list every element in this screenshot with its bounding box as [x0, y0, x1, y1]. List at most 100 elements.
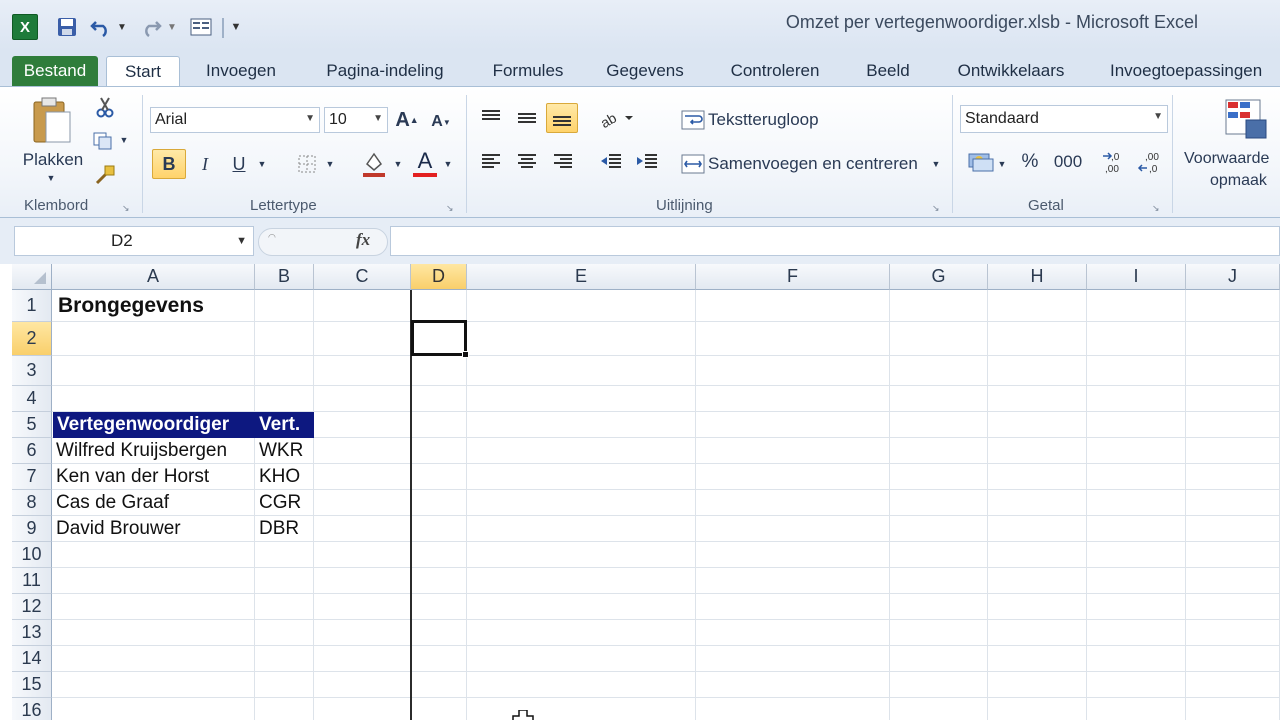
increase-decimal-icon[interactable]: ,0,00	[1100, 147, 1132, 177]
row-header-15[interactable]: 15	[12, 672, 52, 698]
excel-app-icon[interactable]: X	[12, 14, 38, 40]
column-header-c[interactable]: C	[314, 264, 411, 290]
customize-qat-icon[interactable]: ▼	[228, 14, 244, 40]
tab-gegevens[interactable]: Gegevens	[594, 56, 696, 86]
underline-button[interactable]: U	[226, 149, 252, 179]
number-format-combo[interactable]: Standaard ▼	[960, 105, 1168, 133]
active-cell-d2[interactable]	[411, 320, 467, 356]
align-middle-icon[interactable]	[512, 103, 542, 133]
paste-icon[interactable]	[28, 95, 76, 147]
cell-b6[interactable]: WKR	[255, 438, 314, 464]
font-name-combo[interactable]: Arial ▼	[150, 107, 320, 133]
thousands-separator-button[interactable]: 000	[1050, 147, 1086, 177]
column-header-f[interactable]: F	[696, 264, 890, 290]
font-size-combo[interactable]: 10 ▼	[324, 107, 388, 133]
tab-invoegen[interactable]: Invoegen	[190, 56, 292, 86]
merge-center-icon[interactable]	[680, 151, 706, 177]
column-header-g[interactable]: G	[890, 264, 988, 290]
decrease-decimal-icon[interactable]: ,00,0	[1136, 147, 1168, 177]
name-box-dropdown-icon[interactable]: ▼	[236, 235, 247, 247]
decrease-indent-icon[interactable]	[596, 147, 626, 177]
row-header-7[interactable]: 7	[12, 464, 52, 490]
redo-dropdown-icon[interactable]: ▼	[166, 14, 178, 40]
row-header-8[interactable]: 8	[12, 490, 52, 516]
undo-dropdown-icon[interactable]: ▼	[116, 14, 128, 40]
fill-handle[interactable]	[462, 351, 469, 358]
cell-a5[interactable]: Vertegenwoordiger	[53, 412, 255, 438]
column-header-j[interactable]: J	[1186, 264, 1280, 290]
row-header-16[interactable]: 16	[12, 698, 52, 720]
tab-pagina-indeling[interactable]: Pagina-indeling	[310, 56, 460, 86]
conditional-formatting-label-2[interactable]: opmaak	[1210, 171, 1280, 191]
column-header-i[interactable]: I	[1087, 264, 1186, 290]
copy-dropdown-icon[interactable]: ▼	[118, 133, 130, 147]
tab-invoegtoepassingen[interactable]: Invoegtoepassingen	[1098, 56, 1280, 86]
bold-button[interactable]: B	[152, 149, 186, 179]
tab-ontwikkelaars[interactable]: Ontwikkelaars	[944, 56, 1078, 86]
tab-controleren[interactable]: Controleren	[716, 56, 834, 86]
save-icon[interactable]	[54, 14, 80, 40]
merge-center-label[interactable]: Samenvoegen en centreren	[708, 153, 918, 175]
conditional-formatting-label[interactable]: Voorwaarde	[1182, 149, 1280, 169]
currency-icon[interactable]	[966, 147, 996, 177]
row-header-2[interactable]: 2	[12, 322, 52, 356]
orientation-icon[interactable]: ab	[596, 103, 636, 133]
row-header-14[interactable]: 14	[12, 646, 52, 672]
wrap-text-label[interactable]: Tekstterugloop	[708, 109, 819, 131]
grow-font-icon[interactable]: A ▲	[394, 107, 420, 133]
tab-bestand[interactable]: Bestand	[12, 56, 98, 86]
row-header-5[interactable]: 5	[12, 412, 52, 438]
wrap-text-icon[interactable]	[680, 107, 706, 133]
row-header-6[interactable]: 6	[12, 438, 52, 464]
alignment-launcher-icon[interactable]: ↘	[932, 203, 942, 213]
redo-icon[interactable]	[138, 14, 164, 40]
row-header-1[interactable]: 1	[12, 290, 52, 322]
cell-b5[interactable]: Vert.	[255, 412, 314, 438]
row-header-10[interactable]: 10	[12, 542, 52, 568]
row-header-3[interactable]: 3	[12, 356, 52, 386]
cell-a7[interactable]: Ken van der Horst	[52, 464, 255, 490]
copy-icon[interactable]	[90, 129, 116, 153]
cell-b7[interactable]: KHO	[255, 464, 314, 490]
column-header-h[interactable]: H	[988, 264, 1087, 290]
increase-indent-icon[interactable]	[632, 147, 662, 177]
select-all-corner[interactable]	[12, 264, 52, 290]
cell-a1[interactable]: Brongegevens	[54, 290, 314, 322]
cell-b8[interactable]: CGR	[255, 490, 314, 516]
name-box[interactable]: D2 ▼	[14, 226, 254, 256]
formula-input[interactable]	[390, 226, 1280, 256]
row-header-12[interactable]: 12	[12, 594, 52, 620]
column-header-d[interactable]: D	[411, 264, 467, 290]
fill-color-icon[interactable]	[358, 147, 390, 181]
font-launcher-icon[interactable]: ↘	[446, 203, 456, 213]
cell-b9[interactable]: DBR	[255, 516, 314, 542]
font-size-dropdown-icon[interactable]: ▼	[373, 113, 383, 124]
align-right-icon[interactable]	[548, 147, 578, 177]
align-top-icon[interactable]	[476, 103, 506, 133]
shrink-font-icon[interactable]: A ▼	[428, 109, 454, 135]
column-header-b[interactable]: B	[255, 264, 314, 290]
cell-a6[interactable]: Wilfred Kruijsbergen	[52, 438, 255, 464]
font-color-dropdown-icon[interactable]: ▼	[442, 157, 454, 171]
insert-function-button[interactable]: fx	[356, 230, 386, 254]
cell-a9[interactable]: David Brouwer	[52, 516, 255, 542]
resize-grip-icon[interactable]: ◠	[268, 232, 282, 244]
italic-button[interactable]: I	[192, 149, 218, 179]
cut-icon[interactable]	[92, 95, 118, 119]
number-launcher-icon[interactable]: ↘	[1152, 203, 1162, 213]
row-header-4[interactable]: 4	[12, 386, 52, 412]
row-header-13[interactable]: 13	[12, 620, 52, 646]
number-format-dropdown-icon[interactable]: ▼	[1153, 111, 1163, 122]
undo-icon[interactable]	[88, 14, 114, 40]
row-header-9[interactable]: 9	[12, 516, 52, 542]
align-left-icon[interactable]	[476, 147, 506, 177]
fill-color-dropdown-icon[interactable]: ▼	[392, 157, 404, 171]
tab-formules[interactable]: Formules	[478, 56, 578, 86]
percent-button[interactable]: %	[1016, 147, 1044, 177]
clipboard-launcher-icon[interactable]: ↘	[122, 203, 132, 213]
conditional-formatting-icon[interactable]	[1222, 95, 1270, 145]
borders-icon[interactable]	[292, 149, 322, 179]
align-bottom-icon[interactable]	[546, 103, 578, 133]
column-header-a[interactable]: A	[52, 264, 255, 290]
borders-dropdown-icon[interactable]: ▼	[324, 157, 336, 171]
